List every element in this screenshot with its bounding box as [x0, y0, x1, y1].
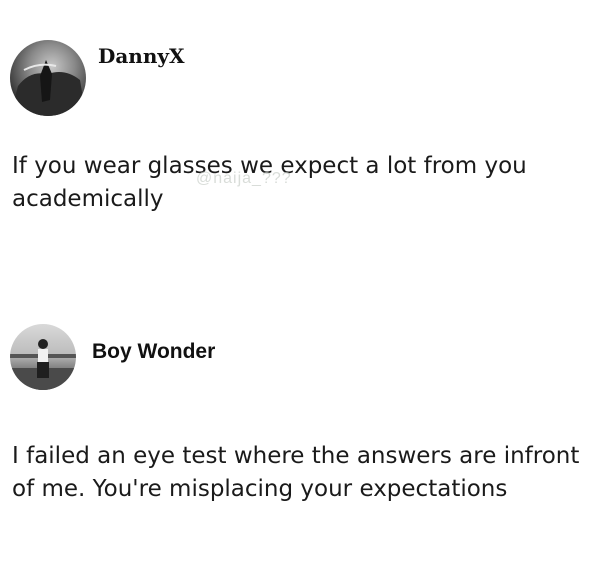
avatar-image-icon	[10, 60, 86, 116]
avatar[interactable]	[10, 40, 86, 116]
watermark: @naija_???	[196, 170, 292, 187]
post-boy-wonder: Boy Wonder I failed an eye test where th…	[0, 300, 600, 564]
author-name[interactable]: DannyX	[98, 44, 185, 68]
post-text: I failed an eye test where the answers a…	[12, 443, 580, 502]
avatar-image-icon	[10, 339, 76, 390]
post-text: If you wear glasses we expect a lot from…	[12, 153, 527, 212]
post-dannyx: DannyX If you wear glasses we expect a l…	[0, 0, 600, 300]
author-name[interactable]: Boy Wonder	[92, 340, 215, 364]
avatar[interactable]	[10, 324, 76, 390]
